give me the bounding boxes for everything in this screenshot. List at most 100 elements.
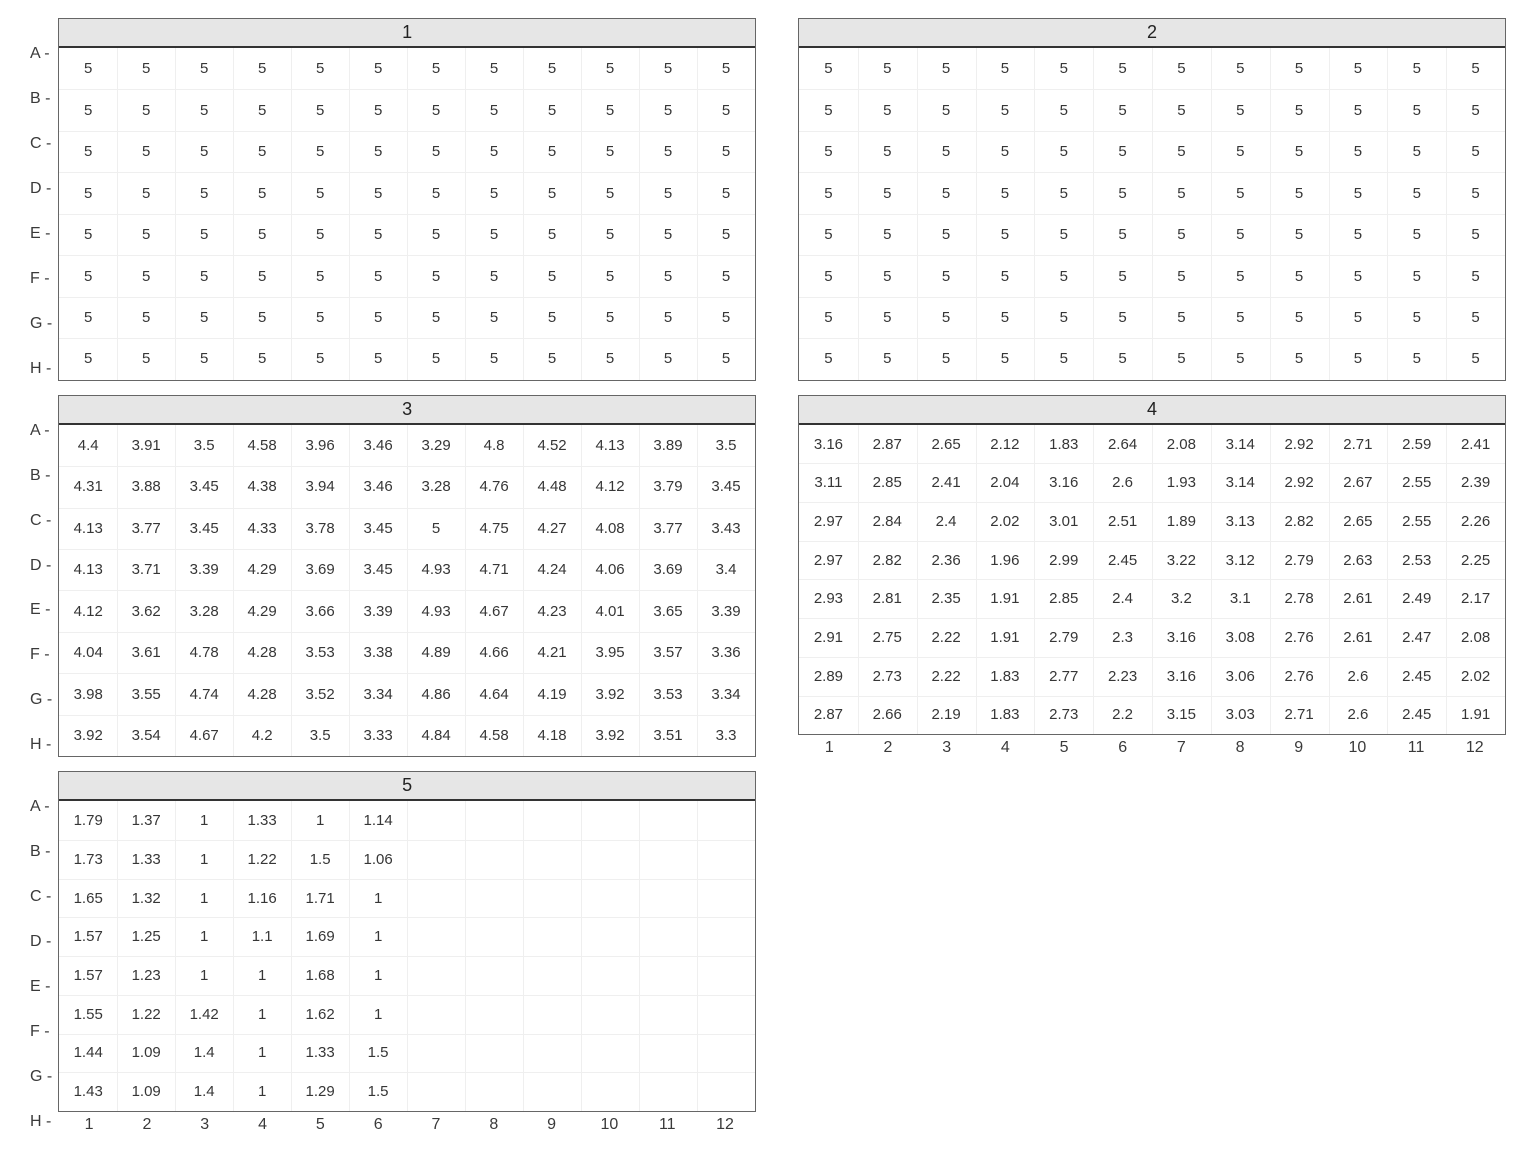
y-axis: A -B -C -D -E -F -G -H -: [30, 18, 58, 381]
x-tick-label: 1: [800, 739, 859, 757]
data-cell: 1.79: [59, 801, 117, 840]
data-cell: 5: [697, 255, 755, 296]
data-cell: 2.02: [1446, 657, 1505, 696]
data-cell: 4.2: [233, 715, 291, 756]
data-cell: 1.43: [59, 1072, 117, 1111]
data-cell: [465, 1072, 523, 1111]
data-cell: 4.75: [465, 508, 523, 549]
data-cell: 4.31: [59, 466, 117, 507]
data-cell: 1.65: [59, 879, 117, 918]
x-tick-label: 11: [638, 1116, 696, 1134]
data-cell: 5: [1446, 297, 1505, 338]
data-cell: 3.39: [697, 590, 755, 631]
data-cell: 2.89: [799, 657, 858, 696]
data-cell: 5: [1387, 255, 1446, 296]
data-cell: 1: [291, 801, 349, 840]
y-tick-label: G -: [30, 692, 52, 708]
data-cell: 5: [465, 89, 523, 130]
data-cell: 4.08: [581, 508, 639, 549]
facet-panel-5: A -B -C -D -E -F -G -H -51.791.3711.3311…: [30, 771, 756, 1134]
data-cell: 5: [1093, 131, 1152, 172]
data-cell: 2.93: [799, 579, 858, 618]
data-cell: 5: [465, 131, 523, 172]
data-cell: 5: [1328, 297, 1387, 338]
data-cell: [697, 1072, 755, 1111]
data-cell: 5: [407, 255, 465, 296]
data-cell: 3.94: [291, 466, 349, 507]
data-cell: 1.91: [1446, 696, 1505, 735]
data-cell: 5: [233, 172, 291, 213]
y-tick-label: E -: [30, 602, 52, 618]
data-cell: 1: [233, 995, 291, 1034]
data-cell: 4.78: [175, 632, 233, 673]
panel: 1555555555555555555555555555555555555555…: [58, 18, 756, 381]
data-cell: 2.61: [1328, 618, 1387, 657]
data-cell: 4.58: [465, 715, 523, 756]
data-cell: 5: [1152, 214, 1211, 255]
data-cell: 4.86: [407, 673, 465, 714]
x-tick-label: 3: [176, 1116, 234, 1134]
panel: 2555555555555555555555555555555555555555…: [798, 18, 1506, 381]
data-cell: 5: [59, 89, 117, 130]
data-cell: 5: [917, 89, 976, 130]
y-tick-label: G -: [30, 316, 52, 332]
data-cell: 1: [175, 956, 233, 995]
data-cell: 1.91: [975, 618, 1034, 657]
data-cell: 2.73: [1034, 696, 1093, 735]
data-cell: 2.51: [1093, 502, 1152, 541]
data-cell: 5: [1034, 172, 1093, 213]
data-cell: [639, 801, 697, 840]
data-cell: 2.92: [1270, 425, 1329, 464]
data-cell: 2.6: [1328, 657, 1387, 696]
data-cell: 3.53: [639, 673, 697, 714]
data-cell: 1.06: [349, 840, 407, 879]
data-cell: 4.67: [465, 590, 523, 631]
data-cell: 3.45: [697, 466, 755, 507]
data-cell: 5: [1387, 172, 1446, 213]
data-cell: 4.19: [523, 673, 581, 714]
data-cell: 1.71: [291, 879, 349, 918]
data-cell: 5: [1387, 89, 1446, 130]
data-cell: 1.89: [1152, 502, 1211, 541]
data-cell: 2.22: [917, 657, 976, 696]
data-cell: 5: [1093, 255, 1152, 296]
data-cell: 1.09: [117, 1072, 175, 1111]
data-cell: 3.95: [581, 632, 639, 673]
data-cell: 5: [639, 297, 697, 338]
data-cell: 5: [1328, 338, 1387, 379]
data-cell: 4.04: [59, 632, 117, 673]
data-cell: 1.5: [291, 840, 349, 879]
data-cell: 5: [858, 255, 917, 296]
data-cell: 5: [59, 297, 117, 338]
data-cell: 5: [1270, 338, 1329, 379]
data-cell: 1.57: [59, 917, 117, 956]
data-cell: 2.85: [1034, 579, 1093, 618]
data-cell: 5: [1446, 255, 1505, 296]
data-cell: [581, 1072, 639, 1111]
data-cell: 5: [1270, 297, 1329, 338]
data-cell: 2.25: [1446, 541, 1505, 580]
data-cell: 2.6: [1328, 696, 1387, 735]
data-cell: 4.48: [523, 466, 581, 507]
data-cell: 4.89: [407, 632, 465, 673]
y-axis: A -B -C -D -E -F -G -H -: [30, 771, 58, 1134]
data-cell: 2.82: [1270, 502, 1329, 541]
data-cell: 2.17: [1446, 579, 1505, 618]
data-cell: 3.38: [349, 632, 407, 673]
data-cell: 3.69: [639, 549, 697, 590]
data-cell: 5: [1387, 131, 1446, 172]
data-cell: 5: [1152, 297, 1211, 338]
x-tick-label: 8: [465, 1116, 523, 1134]
data-cell: 2.71: [1270, 696, 1329, 735]
data-cell: 5: [639, 214, 697, 255]
data-cell: 1.91: [975, 579, 1034, 618]
facet-strip-label: 1: [59, 19, 755, 48]
data-cell: [581, 879, 639, 918]
data-cell: [465, 801, 523, 840]
data-cell: 5: [407, 48, 465, 89]
data-cell: 5: [291, 172, 349, 213]
data-cell: 3.2: [1152, 579, 1211, 618]
data-cell: 3.01: [1034, 502, 1093, 541]
data-cell: 3.88: [117, 466, 175, 507]
data-cell: 3.45: [349, 549, 407, 590]
